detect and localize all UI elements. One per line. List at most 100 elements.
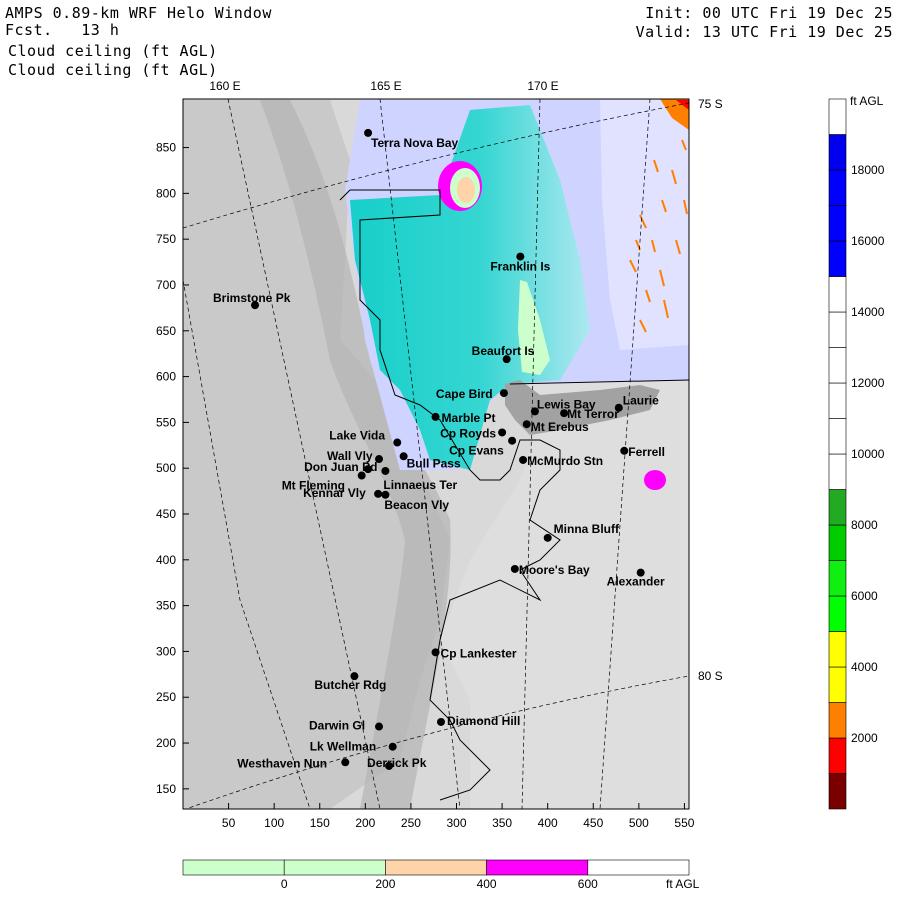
place-label: Alexander — [607, 575, 665, 589]
y-tick-label: 150 — [156, 782, 176, 796]
colorbar-bottom — [182, 859, 690, 876]
colorbar-swatch — [828, 560, 847, 597]
place-marker — [508, 436, 517, 445]
colorbar-right-label: 12000 — [851, 376, 885, 390]
lon-label: 170 E — [527, 79, 558, 93]
colorbar-swatch — [828, 169, 847, 206]
place-marker — [381, 466, 390, 475]
colorbar-bottom-label: 0 — [281, 877, 288, 891]
colorbar-swatch — [828, 453, 847, 490]
colorbar-swatch — [828, 418, 847, 455]
colorbar-right-label: 2000 — [851, 731, 878, 745]
colorbar-bottom-labels: 0 200 400 600 — [281, 877, 598, 891]
colorbar-swatch — [828, 666, 847, 703]
magenta-spot — [644, 470, 666, 490]
place-marker — [522, 420, 531, 429]
y-tick-label: 500 — [156, 461, 176, 475]
colorbar-bottom-label: 400 — [477, 877, 497, 891]
place-label: Terra Nova Bay — [371, 136, 458, 150]
x-tick-label: 350 — [492, 816, 512, 830]
colorbar-swatch — [828, 98, 847, 135]
colorbar-right-label: 8000 — [851, 518, 878, 532]
place-label: Darwin Gl — [309, 719, 365, 733]
colorbar-swatch — [486, 859, 589, 876]
colorbar-swatch — [828, 737, 847, 774]
colorbar-right-label: 16000 — [851, 234, 885, 248]
place-label: Ferrell — [628, 445, 665, 459]
colorbar-right-labels: 2000 4000 6000 8000 10000 12000 14000 16000 1800… — [851, 163, 885, 745]
place-marker — [499, 389, 508, 398]
y-tick-label: 700 — [156, 278, 176, 292]
place-label: Cp Lankester — [441, 646, 517, 660]
place-label: Butcher Rdg — [314, 678, 386, 692]
y-tick-label: 400 — [156, 553, 176, 567]
colorbar-swatch — [385, 859, 487, 876]
place-label: Westhaven Nun — [237, 756, 327, 770]
place-label: Marble Pt — [442, 411, 496, 425]
place-label: Diamond Hill — [447, 714, 520, 728]
y-tick-label: 550 — [156, 415, 176, 429]
place-marker — [374, 489, 383, 498]
colorbar-swatch — [828, 276, 847, 313]
colorbar-right-label: 6000 — [851, 589, 878, 603]
place-marker — [431, 648, 440, 657]
place-label: Don Juan Pd — [304, 460, 377, 474]
place-label: Beacon Vly — [384, 498, 449, 512]
y-tick-label: 450 — [156, 507, 176, 521]
place-label: Moore's Bay — [519, 563, 590, 577]
map-panel — [183, 99, 689, 809]
lat-label: 75 S — [698, 97, 723, 111]
colorbar-right-unit: ft AGL — [850, 94, 884, 108]
place-marker — [437, 717, 446, 726]
place-marker — [620, 446, 629, 455]
place-marker — [357, 471, 366, 480]
lon-label: 165 E — [370, 79, 401, 93]
colorbar-right-label: 18000 — [851, 163, 885, 177]
place-label: Brimstone Pk — [213, 291, 291, 305]
place-label: Lk Wellman — [310, 740, 376, 754]
place-label: Bull Pass — [407, 456, 461, 470]
x-tick-label: 300 — [446, 816, 466, 830]
colorbar-swatch — [828, 382, 847, 419]
x-tick-label: 150 — [310, 816, 330, 830]
place-label: Cp Royds — [440, 426, 496, 440]
y-axis-ticks: 150 200 250 300 350 400 450 500 550 600 650 700 750 8… — [156, 141, 189, 796]
colorbar-swatch — [828, 311, 847, 348]
map-figure: Terra Nova Bay Franklin Is Brimstone Pk Bea… — [156, 79, 885, 891]
colorbar-right — [828, 98, 847, 810]
lat-label: 80 S — [698, 669, 723, 683]
colorbar-swatch — [828, 240, 847, 277]
colorbar-swatch — [283, 859, 386, 876]
place-marker — [431, 412, 440, 421]
place-label: Minna Bluff — [554, 522, 620, 536]
place-marker — [510, 564, 519, 573]
colorbar-swatch — [828, 702, 847, 739]
place-label: Linnaeus Ter — [383, 478, 457, 492]
y-tick-label: 250 — [156, 690, 176, 704]
place-marker — [375, 722, 384, 731]
colorbar-swatch — [828, 347, 847, 384]
place-label: McMurdo Stn — [527, 454, 603, 468]
y-tick-label: 850 — [156, 141, 176, 155]
colorbar-bottom-label: 200 — [375, 877, 395, 891]
x-tick-label: 400 — [538, 816, 558, 830]
x-tick-label: 500 — [629, 816, 649, 830]
peach-blob — [457, 177, 475, 203]
colorbar-right-label: 14000 — [851, 305, 885, 319]
y-tick-label: 750 — [156, 232, 176, 246]
colorbar-swatch — [828, 631, 847, 668]
x-tick-label: 200 — [355, 816, 375, 830]
place-label: Kennar Vly — [303, 486, 366, 500]
x-tick-label: 550 — [674, 816, 694, 830]
x-tick-label: 100 — [264, 816, 284, 830]
colorbar-right-label: 10000 — [851, 447, 885, 461]
place-marker — [543, 533, 552, 542]
place-label: Franklin Is — [490, 260, 550, 274]
place-label: Laurie — [623, 394, 659, 408]
y-tick-label: 300 — [156, 644, 176, 658]
lon-label: 160 E — [209, 79, 240, 93]
colorbar-bottom-unit: ft AGL — [666, 877, 700, 891]
x-tick-label: 50 — [222, 816, 236, 830]
y-tick-label: 800 — [156, 186, 176, 200]
colorbar-swatch — [828, 595, 847, 632]
